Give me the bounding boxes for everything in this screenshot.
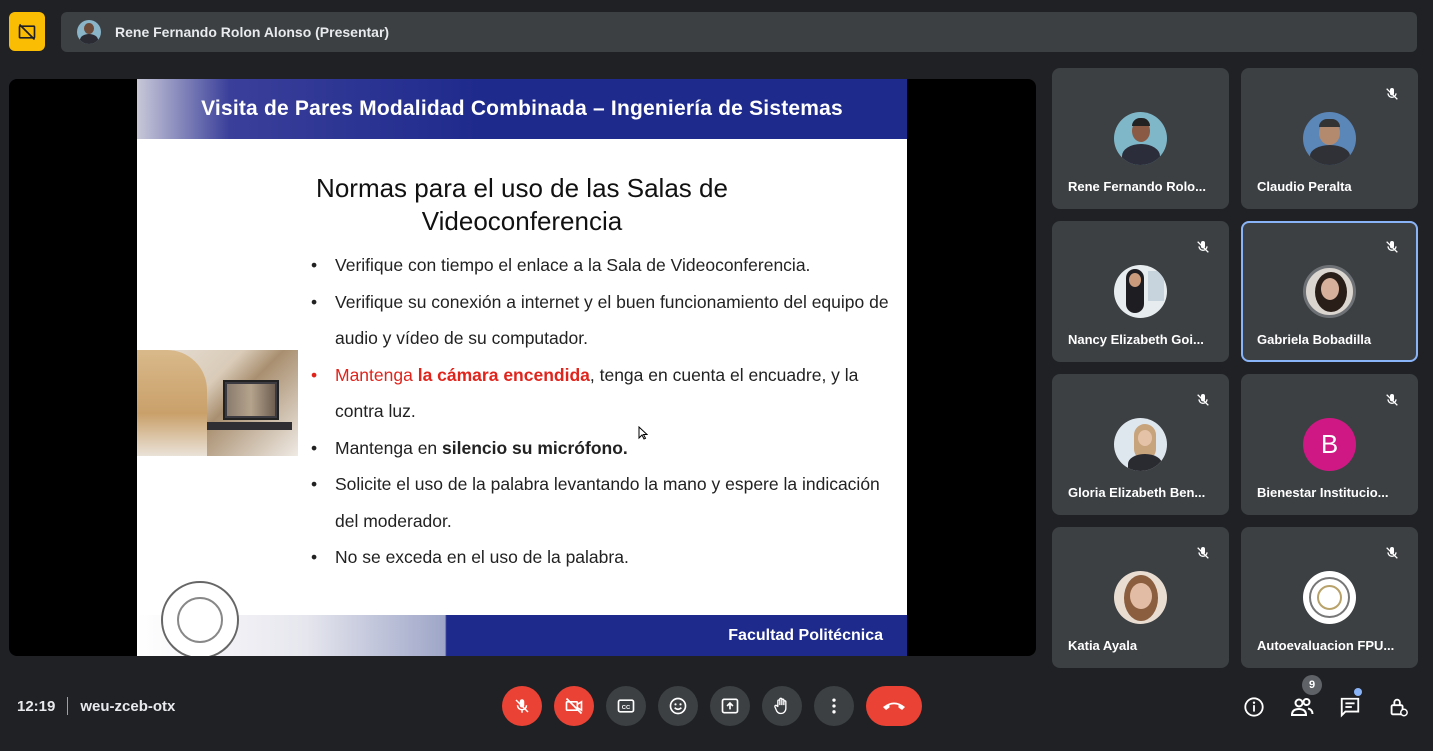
participant-tile-active[interactable]: Gabriela Bobadilla	[1241, 221, 1418, 362]
participant-name: Katia Ayala	[1068, 638, 1138, 653]
captions-button[interactable]: CC	[606, 686, 646, 726]
participants-button[interactable]	[1284, 690, 1320, 724]
participant-tile[interactable]: B Bienestar Institucio...	[1241, 374, 1418, 515]
slide-header-text: Visita de Pares Modalidad Combinada – In…	[201, 97, 843, 120]
emoji-icon	[669, 697, 687, 715]
call-controls: CC	[502, 686, 922, 726]
slide-bullet: • Verifique su conexión a internet y el b…	[311, 291, 889, 349]
divider	[67, 697, 69, 715]
presenter-name: Rene Fernando Rolon Alonso (Presentar)	[115, 24, 390, 40]
participant-avatar	[1114, 265, 1167, 318]
slide-header: Visita de Pares Modalidad Combinada – In…	[137, 79, 907, 139]
more-vert-icon	[832, 698, 836, 714]
slide-title: Normas para el uso de las Salas de Video…	[277, 172, 767, 238]
participant-name: Gloria Elizabeth Ben...	[1068, 485, 1206, 500]
slide-photo	[137, 350, 298, 456]
mic-toggle-button[interactable]	[502, 686, 542, 726]
participant-tile[interactable]: Gloria Elizabeth Ben...	[1052, 374, 1229, 515]
participant-avatar-initial: B	[1303, 418, 1356, 471]
raise-hand-icon	[774, 697, 787, 715]
participant-tile[interactable]: Nancy Elizabeth Goi...	[1052, 221, 1229, 362]
meeting-time: 12:19	[17, 697, 56, 715]
participant-tile[interactable]: Katia Ayala	[1052, 527, 1229, 668]
mic-off-icon	[1191, 235, 1215, 259]
slide-bullet: • No se exceda en el uso de la palabra.	[311, 547, 629, 567]
slide-bullet: • Mantenga en silencio su micrófono.	[311, 437, 628, 458]
presenter-avatar	[77, 20, 101, 44]
participant-name: Bienestar Institucio...	[1257, 485, 1389, 500]
mic-off-icon	[1380, 235, 1404, 259]
mic-off-icon	[1380, 541, 1404, 565]
camera-toggle-button[interactable]	[554, 686, 594, 726]
presenter-bar: Rene Fernando Rolon Alonso (Presentar)	[61, 12, 1417, 52]
videocam-off-icon	[565, 697, 583, 715]
slide-bullet-list: • Verifique con tiempo el enlace a la Sal…	[307, 247, 897, 576]
chat-button[interactable]	[1332, 690, 1368, 724]
chat-notification-dot	[1354, 688, 1362, 696]
participant-avatar	[1114, 418, 1167, 471]
side-controls	[1236, 690, 1416, 724]
participant-avatar	[1114, 571, 1167, 624]
slide-bullet: • Verifique con tiempo el enlace a la Sal…	[311, 255, 811, 275]
participant-tile[interactable]: Rene Fernando Rolo...	[1052, 68, 1229, 209]
present-screen-icon	[721, 698, 739, 714]
presentation-slide: Visita de Pares Modalidad Combinada – In…	[137, 79, 907, 656]
participant-count-badge: 9	[1302, 675, 1322, 695]
present-now-button[interactable]	[710, 686, 750, 726]
leave-call-button[interactable]	[866, 686, 922, 726]
meeting-info: 12:19 weu-zceb-otx	[17, 697, 175, 715]
reactions-button[interactable]	[658, 686, 698, 726]
mic-off-icon	[1380, 82, 1404, 106]
host-controls-icon	[1390, 698, 1408, 717]
presentation-stage: Visita de Pares Modalidad Combinada – In…	[9, 79, 1036, 656]
participant-avatar	[1114, 112, 1167, 165]
mic-off-icon	[1191, 541, 1215, 565]
participant-avatar-logo	[1303, 571, 1356, 624]
slide-bullet: • Solicite el uso de la palabra levantand…	[311, 474, 880, 531]
slide-footer: Facultad Politécnica	[137, 615, 907, 656]
participant-name: Rene Fernando Rolo...	[1068, 179, 1206, 194]
people-icon	[1290, 698, 1314, 716]
info-icon	[1244, 697, 1264, 717]
camera-off-indicator[interactable]	[9, 12, 45, 51]
participant-tile[interactable]: Autoevaluacion FPU...	[1241, 527, 1418, 668]
participant-avatar	[1303, 265, 1356, 318]
slide-title-line1: Normas para el uso de las Salas de	[316, 173, 728, 203]
more-options-button[interactable]	[814, 686, 854, 726]
svg-text:CC: CC	[622, 705, 631, 711]
participant-tile[interactable]: Claudio Peralta	[1241, 68, 1418, 209]
host-controls-button[interactable]	[1380, 690, 1416, 724]
participant-avatar	[1303, 112, 1356, 165]
participant-name: Gabriela Bobadilla	[1257, 332, 1372, 347]
slide-footer-text: Facultad Politécnica	[728, 627, 883, 644]
meeting-code: weu-zceb-otx	[80, 697, 176, 715]
camera-off-icon	[18, 23, 36, 40]
call-end-icon	[883, 702, 905, 710]
university-seal-logo	[161, 581, 239, 656]
chat-icon	[1340, 697, 1360, 718]
mouse-cursor-icon	[638, 426, 648, 440]
participant-name: Nancy Elizabeth Goi...	[1068, 332, 1204, 347]
slide-bullet: • Mantenga la cámara encendida, tenga en …	[311, 364, 859, 422]
closed-captions-icon: CC	[617, 699, 635, 713]
participant-name: Autoevaluacion FPU...	[1257, 638, 1395, 653]
raise-hand-button[interactable]	[762, 686, 802, 726]
slide-title-line2: Videoconferencia	[421, 206, 623, 236]
meeting-details-button[interactable]	[1236, 690, 1272, 724]
mic-off-icon	[1191, 388, 1215, 412]
mic-off-icon	[1380, 388, 1404, 412]
participant-name: Claudio Peralta	[1257, 179, 1352, 194]
mic-off-icon	[515, 699, 529, 713]
meet-window: Rene Fernando Rolon Alonso (Presentar) V…	[0, 0, 1433, 751]
